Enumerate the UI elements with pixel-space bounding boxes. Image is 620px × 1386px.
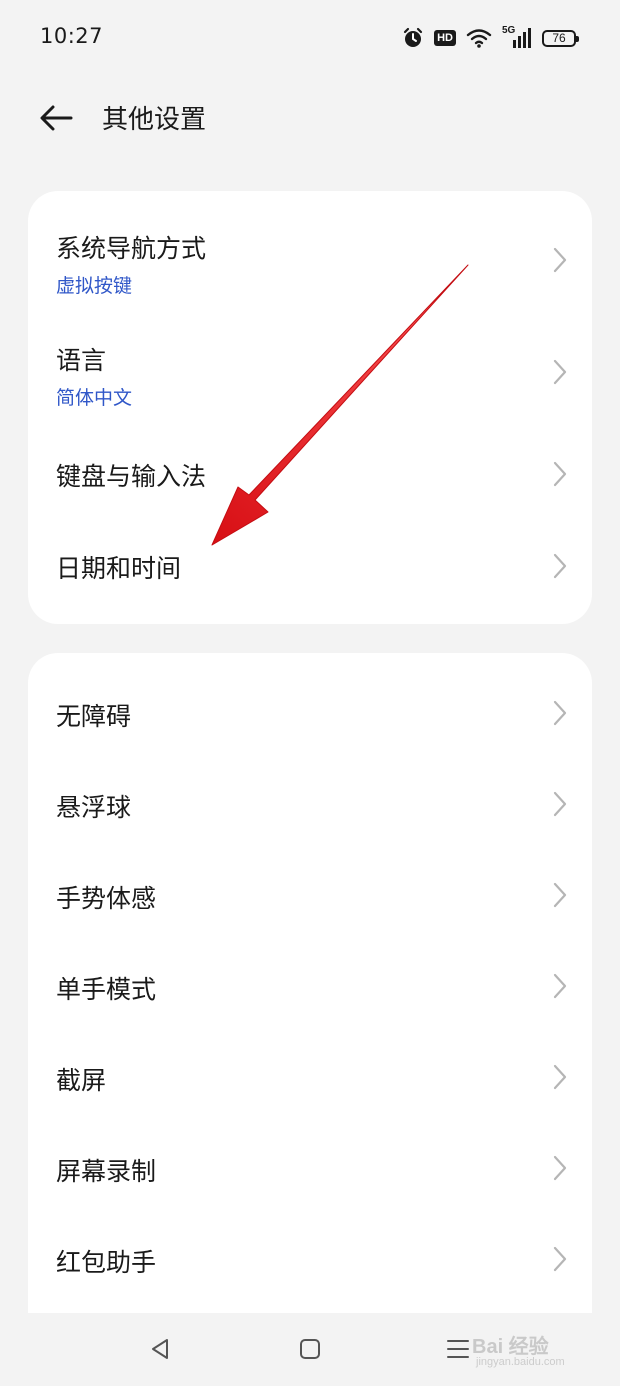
arrow-left-icon xyxy=(40,105,73,131)
back-triangle-icon xyxy=(152,1339,168,1359)
wifi-icon xyxy=(466,29,492,48)
nav-recents-button[interactable] xyxy=(442,1333,474,1365)
hd-icon: HD xyxy=(434,30,456,46)
setting-row-language[interactable]: 语言 简体中文 xyxy=(28,303,592,415)
setting-row-floating-ball[interactable]: 悬浮球 xyxy=(28,758,592,849)
chevron-right-icon xyxy=(553,791,567,817)
setting-title: 单手模式 xyxy=(56,975,157,1004)
setting-title: 语言 xyxy=(56,346,107,375)
setting-row-one-hand-mode[interactable]: 单手模式 xyxy=(28,940,592,1031)
setting-value: 简体中文 xyxy=(56,387,133,409)
setting-row-screen-recording[interactable]: 屏幕录制 xyxy=(28,1122,592,1213)
setting-title: 系统导航方式 xyxy=(56,234,207,263)
setting-row-date-time[interactable]: 日期和时间 xyxy=(28,519,592,611)
chevron-right-icon xyxy=(553,700,567,726)
setting-title: 悬浮球 xyxy=(56,793,132,822)
chevron-right-icon xyxy=(553,359,567,385)
status-bar: 10:27 HD 5G 76 xyxy=(0,0,620,76)
setting-title: 键盘与输入法 xyxy=(56,462,207,491)
menu-lines-icon xyxy=(447,1340,469,1358)
setting-title: 日期和时间 xyxy=(56,554,182,583)
status-icons: HD 5G 76 xyxy=(402,25,579,50)
watermark-brand: Bai 经验 xyxy=(472,1336,549,1358)
setting-row-keyboard[interactable]: 键盘与输入法 xyxy=(28,427,592,519)
cellular-signal-icon: 5G xyxy=(502,25,532,49)
settings-group-2: 无障碍 悬浮球 手势体感 单手模式 截屏 屏幕录制 红包助手 xyxy=(28,653,592,1313)
battery-level: 76 xyxy=(552,31,566,45)
setting-title: 无障碍 xyxy=(56,702,132,731)
chevron-right-icon xyxy=(553,461,567,487)
chevron-right-icon xyxy=(553,553,567,579)
setting-value: 虚拟按键 xyxy=(56,275,133,297)
setting-title: 屏幕录制 xyxy=(56,1157,157,1186)
status-time: 10:27 xyxy=(40,24,104,48)
page-title: 其他设置 xyxy=(102,105,207,135)
setting-row-screenshot[interactable]: 截屏 xyxy=(28,1031,592,1122)
setting-row-navigation[interactable]: 系统导航方式 虚拟按键 xyxy=(28,191,592,303)
nav-home-button[interactable] xyxy=(294,1333,326,1365)
setting-row-gestures[interactable]: 手势体感 xyxy=(28,849,592,940)
alarm-icon xyxy=(404,27,423,47)
header: 其他设置 xyxy=(0,88,620,148)
chevron-right-icon xyxy=(553,1246,567,1272)
home-square-icon xyxy=(300,1339,320,1359)
setting-row-red-packet-assistant[interactable]: 红包助手 xyxy=(28,1213,592,1304)
setting-title: 手势体感 xyxy=(56,884,157,913)
chevron-right-icon xyxy=(553,247,567,273)
chevron-right-icon xyxy=(553,1155,567,1181)
setting-row-accessibility[interactable]: 无障碍 xyxy=(28,667,592,758)
chevron-right-icon xyxy=(553,973,567,999)
setting-title: 截屏 xyxy=(56,1066,107,1095)
back-button[interactable] xyxy=(36,98,76,138)
setting-title: 红包助手 xyxy=(56,1248,157,1277)
nav-back-button[interactable] xyxy=(144,1333,176,1365)
watermark-url: jingyan.baidu.com xyxy=(476,1356,565,1368)
settings-group-1: 系统导航方式 虚拟按键 语言 简体中文 键盘与输入法 日期和时间 xyxy=(28,191,592,624)
battery-icon: 76 xyxy=(542,29,579,47)
chevron-right-icon xyxy=(553,882,567,908)
chevron-right-icon xyxy=(553,1064,567,1090)
